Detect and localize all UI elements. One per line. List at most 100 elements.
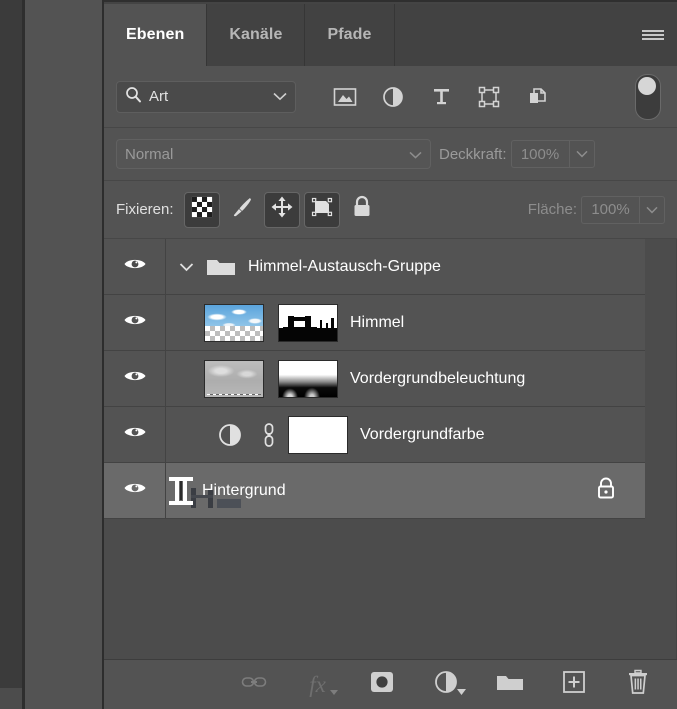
eye-icon <box>123 368 147 389</box>
padlock-icon[interactable] <box>595 475 617 506</box>
layer-style-button[interactable]: fx <box>303 670 338 700</box>
opacity-label: Deckkraft: <box>439 145 507 163</box>
layer-thumbnail[interactable] <box>204 359 264 398</box>
hamburger-menu-icon[interactable] <box>637 22 669 48</box>
lock-image-pixels-button[interactable] <box>224 192 260 228</box>
filter-kind-select[interactable]: Art <box>116 80 296 113</box>
mask-icon <box>369 671 395 698</box>
layers-panel: Ebenen Kanäle Pfade Art Normal Deckkraft… <box>104 0 677 709</box>
chevron-down-icon <box>273 88 287 105</box>
layer-row-body[interactable]: Himmel <box>166 295 645 350</box>
artboard-icon <box>310 195 334 224</box>
adjustment-half-circle-icon[interactable] <box>204 423 256 447</box>
photoshop-layers-panel-screenshot: Ebenen Kanäle Pfade Art Normal Deckkraft… <box>0 0 677 709</box>
layer-name: Vordergrundbeleuchtung <box>350 369 526 387</box>
fx-icon: fx <box>309 672 326 697</box>
opacity-input[interactable]: 100% <box>510 140 569 168</box>
layer-mask-thumbnail[interactable] <box>278 303 338 342</box>
layer-filter-row: Art <box>104 66 677 128</box>
tab-ebenen-label: Ebenen <box>126 26 185 43</box>
opacity-value: 100% <box>520 145 560 163</box>
add-layer-mask-button[interactable] <box>367 670 397 700</box>
chevron-down-icon[interactable] <box>174 262 198 272</box>
layer-visibility-toggle[interactable] <box>104 407 166 462</box>
lock-row: Fixieren: Fläche: 100% <box>104 181 677 239</box>
layer-thumbnail[interactable] <box>204 303 264 342</box>
lock-nesting-button[interactable] <box>303 191 340 228</box>
blend-mode-row: Normal Deckkraft: 100% <box>104 128 677 181</box>
table-row[interactable]: Himmel <box>104 295 645 351</box>
lock-transparent-pixels-button[interactable] <box>183 191 220 228</box>
new-layer-button[interactable] <box>559 670 589 700</box>
blend-mode-select[interactable]: Normal <box>116 139 431 169</box>
shape-layer-filter-icon[interactable] <box>476 84 502 110</box>
eye-icon <box>123 256 147 277</box>
tab-pfade-label: Pfade <box>327 26 372 43</box>
panel-tab-bar: Ebenen Kanäle Pfade <box>104 0 677 66</box>
fill-value: 100% <box>591 201 630 218</box>
gradient-mask-artwork <box>279 360 337 397</box>
app-background-dark-strip <box>0 0 22 709</box>
layer-visibility-toggle[interactable] <box>104 239 166 294</box>
table-row[interactable]: Vordergrundbeleuchtung <box>104 351 645 407</box>
chevron-down-icon <box>456 682 466 700</box>
move-arrows-icon <box>270 195 294 224</box>
menu-bar-1 <box>642 30 664 32</box>
menu-bar-2 <box>642 34 664 36</box>
lock-all-button[interactable] <box>344 192 380 228</box>
tab-pfade[interactable]: Pfade <box>305 4 395 66</box>
chevron-down-icon <box>409 146 422 163</box>
layer-row-body[interactable]: Himmel-Austausch-Gruppe <box>166 239 645 294</box>
delete-layer-button[interactable] <box>623 669 653 700</box>
new-adjustment-layer-button[interactable] <box>431 670 466 700</box>
layer-name: Himmel <box>350 313 405 331</box>
lock-label: Fixieren: <box>116 201 174 218</box>
sky-artwork <box>205 304 263 327</box>
bridge-silhouette-mask-artwork <box>279 304 337 341</box>
table-row[interactable]: Hintergrund <box>104 463 645 519</box>
type-layer-filter-icon[interactable] <box>428 84 454 110</box>
filter-enable-toggle[interactable] <box>635 73 661 120</box>
toggle-knob <box>638 76 656 95</box>
layer-visibility-toggle[interactable] <box>104 295 166 350</box>
tab-kanaele[interactable]: Kanäle <box>207 4 306 66</box>
checkerboard-icon <box>191 196 213 223</box>
table-row[interactable]: Vordergrundfarbe <box>104 407 645 463</box>
layer-row-body[interactable]: Vordergrundbeleuchtung <box>166 351 645 406</box>
gray-gradient-artwork <box>205 360 263 397</box>
chevron-down-icon <box>329 682 338 700</box>
chevron-down-icon <box>646 201 658 219</box>
layer-row-body[interactable]: Hintergrund <box>166 463 645 518</box>
layers-panel-toolbar: fx <box>104 659 677 709</box>
layer-name: Himmel-Austausch-Gruppe <box>248 257 441 275</box>
blend-mode-value: Normal <box>125 145 174 163</box>
search-icon <box>125 86 142 107</box>
eye-icon <box>123 424 147 445</box>
link-chain-icon[interactable] <box>256 422 282 448</box>
table-row[interactable]: Himmel-Austausch-Gruppe <box>104 239 645 295</box>
layer-list[interactable]: Himmel-Austausch-Gruppe Himmel Vordergru… <box>104 239 677 659</box>
pixel-layer-filter-icon[interactable] <box>332 84 358 110</box>
opacity-stepper[interactable] <box>568 140 595 168</box>
white-mask-artwork <box>289 416 347 453</box>
filter-kind-label: Art <box>149 88 169 105</box>
fill-stepper[interactable] <box>639 195 665 224</box>
layer-row-body[interactable]: Vordergrundfarbe <box>166 407 645 462</box>
layer-visibility-toggle[interactable] <box>104 463 166 518</box>
tab-ebenen[interactable]: Ebenen <box>104 4 208 66</box>
lock-position-button[interactable] <box>263 191 300 228</box>
adjustment-layer-filter-icon[interactable] <box>380 84 406 110</box>
new-group-button[interactable] <box>495 670 525 700</box>
layer-mask-thumbnail[interactable] <box>278 359 338 398</box>
layer-thumbnail[interactable] <box>180 480 241 508</box>
filter-type-icons <box>332 84 550 110</box>
smart-object-filter-icon[interactable] <box>524 84 550 110</box>
transparency-checkerboard <box>205 326 263 341</box>
link-layers-button[interactable] <box>239 670 269 700</box>
layer-visibility-toggle[interactable] <box>104 351 166 406</box>
padlock-icon <box>351 195 373 224</box>
adjustment-half-circle-icon <box>434 670 458 699</box>
fill-input[interactable]: 100% <box>581 195 639 224</box>
tab-kanaele-label: Kanäle <box>229 26 283 43</box>
layer-mask-thumbnail[interactable] <box>288 415 348 454</box>
